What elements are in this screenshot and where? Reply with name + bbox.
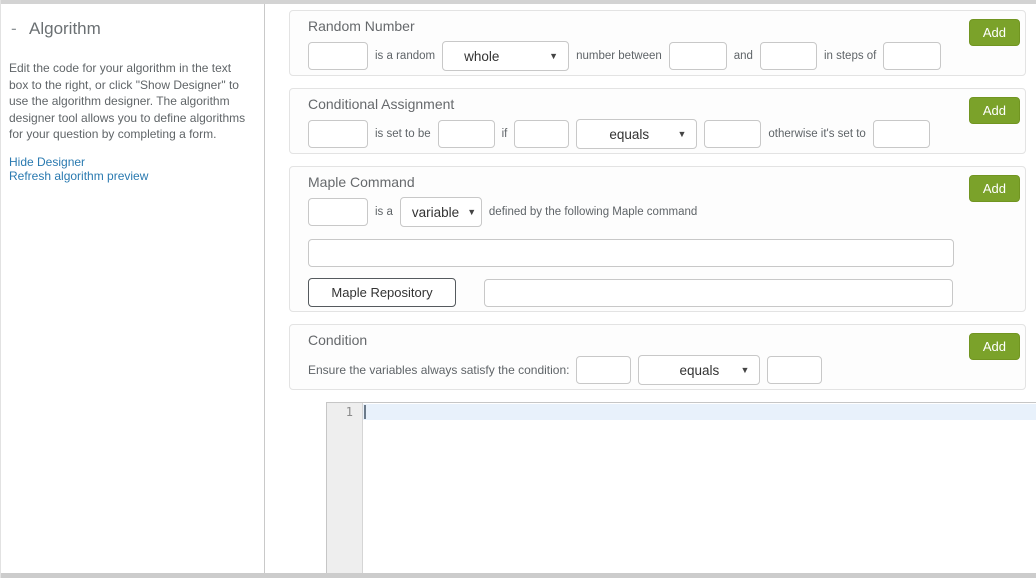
is-a-random-label: is a random [375,50,435,62]
conditional-operator-select[interactable]: equals ▼ [576,119,697,149]
and-label: and [734,50,753,62]
random-number-title: Random Number [308,18,1007,34]
random-number-name-input[interactable] [308,42,368,70]
chevron-down-icon: ▼ [741,365,750,375]
chevron-down-icon: ▼ [549,51,558,61]
in-steps-of-label: in steps of [824,50,876,62]
random-number-type-value: whole [464,49,499,64]
is-a-label: is a [375,206,393,218]
number-between-label: number between [576,50,662,62]
random-number-max-input[interactable] [760,42,817,70]
defined-by-label: defined by the following Maple command [489,206,697,218]
chevron-down-icon: ▼ [467,207,476,217]
random-number-add-button[interactable]: Add [969,19,1020,46]
random-number-section: Random Number Add is a random whole ▼ nu… [289,10,1026,76]
is-set-to-be-label: is set to be [375,128,431,140]
conditional-left-operand-input[interactable] [514,120,569,148]
random-number-min-input[interactable] [669,42,727,70]
maple-type-value: variable [412,205,459,220]
otherwise-label: otherwise it's set to [768,128,865,140]
if-label: if [502,128,508,140]
maple-command-input[interactable] [308,239,954,267]
chevron-down-icon: ▼ [677,129,686,139]
editor-active-line [363,404,1036,420]
conditional-right-operand-input[interactable] [704,120,761,148]
maple-command-title: Maple Command [308,174,1007,190]
condition-operator-select[interactable]: equals ▼ [638,355,760,385]
algorithm-sidebar: - Algorithm Edit the code for your algor… [1,4,265,573]
condition-right-operand-input[interactable] [767,356,822,384]
editor-code-area[interactable] [363,403,1036,573]
maple-repository-button[interactable]: Maple Repository [308,278,456,307]
bottom-divider [1,573,1036,578]
conditional-assignment-add-button[interactable]: Add [969,97,1020,124]
condition-section: Condition Add Ensure the variables alway… [289,324,1026,390]
conditional-assignment-section: Conditional Assignment Add is set to be … [289,88,1026,154]
page-title: Algorithm [29,18,101,40]
algorithm-description: Edit the code for your algorithm in the … [9,60,252,143]
random-number-type-select[interactable]: whole ▼ [442,41,569,71]
algorithm-designer-page: - Algorithm Edit the code for your algor… [0,0,1036,578]
maple-command-section: Maple Command Add is a variable ▼ define… [289,166,1026,312]
condition-left-operand-input[interactable] [576,356,631,384]
conditional-otherwise-input[interactable] [873,120,930,148]
condition-add-button[interactable]: Add [969,333,1020,360]
text-caret [364,405,366,419]
random-number-step-input[interactable] [883,42,941,70]
sidebar-header: - Algorithm [11,18,252,40]
hide-designer-link[interactable]: Hide Designer [9,155,252,169]
conditional-operator-value: equals [609,127,649,142]
algorithm-code-editor: 1 [326,402,1036,574]
designer-panel: Random Number Add is a random whole ▼ nu… [265,4,1036,573]
condition-operator-value: equals [679,363,719,378]
ensure-condition-label: Ensure the variables always satisfy the … [308,363,569,377]
maple-type-select[interactable]: variable ▼ [400,197,482,227]
conditional-value-input[interactable] [438,120,495,148]
maple-command-add-button[interactable]: Add [969,175,1020,202]
conditional-assignment-title: Conditional Assignment [308,96,1007,112]
condition-title: Condition [308,332,1007,348]
editor-line-number-gutter: 1 [327,403,363,573]
maple-repository-path-input[interactable] [484,279,953,307]
maple-name-input[interactable] [308,198,368,226]
collapse-toggle-icon[interactable]: - [11,18,29,40]
refresh-algorithm-preview-link[interactable]: Refresh algorithm preview [9,169,252,183]
conditional-name-input[interactable] [308,120,368,148]
line-number: 1 [327,404,353,420]
